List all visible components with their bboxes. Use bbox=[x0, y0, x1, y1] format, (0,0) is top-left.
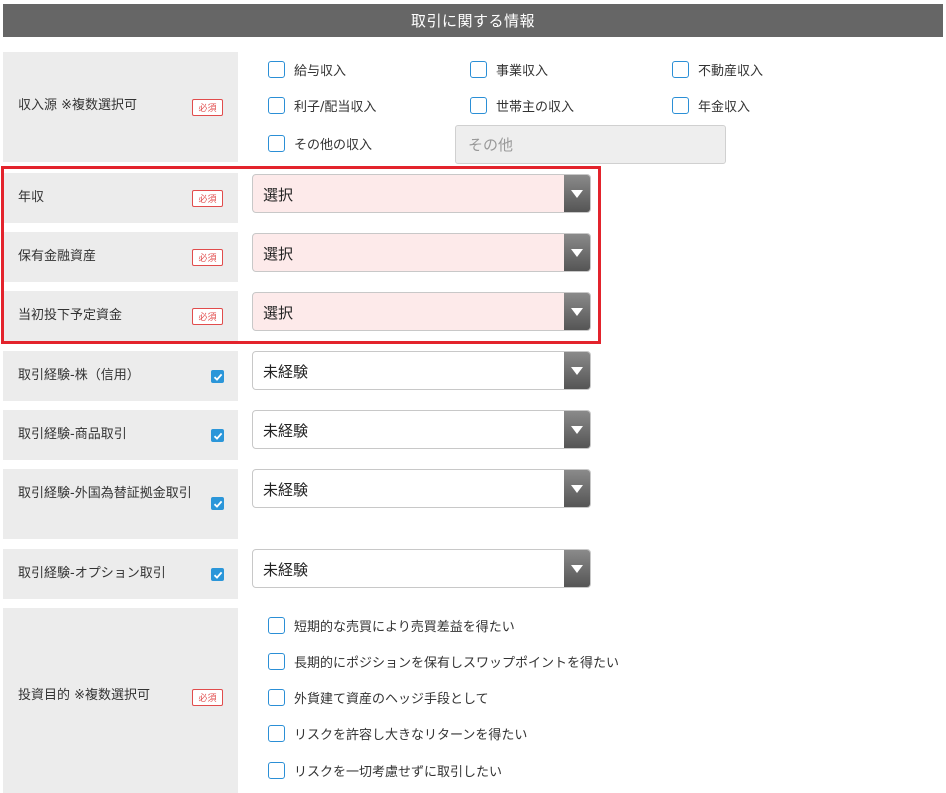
checkbox-label: 世帯主の収入 bbox=[496, 100, 575, 115]
checkbox-purpose-swap-points[interactable]: 長期的にポジションを保有しスワップポイントを得たい bbox=[268, 652, 619, 671]
exp-commodity-label: 取引経験-商品取引 bbox=[18, 427, 127, 442]
income-source-label: 収入源 ※複数選択可 bbox=[18, 98, 138, 113]
check-icon bbox=[211, 370, 224, 383]
investment-purpose-label: 投資目的 ※複数選択可 bbox=[18, 688, 151, 703]
checkbox-purpose-short-term[interactable]: 短期的な売買により売買差益を得たい bbox=[268, 616, 515, 635]
select-value: 選択 bbox=[263, 186, 294, 204]
checkbox-pension-income[interactable]: 年金収入 bbox=[672, 96, 750, 115]
checkbox-box[interactable] bbox=[268, 97, 285, 114]
checkbox-purpose-hedge[interactable]: 外貨建て資産のヘッジ手段として bbox=[268, 688, 489, 707]
checkbox-box[interactable] bbox=[268, 725, 285, 742]
checkbox-box[interactable] bbox=[268, 61, 285, 78]
checkbox-box[interactable] bbox=[672, 61, 689, 78]
checkbox-box[interactable] bbox=[672, 97, 689, 114]
checkbox-box[interactable] bbox=[470, 97, 487, 114]
financial-assets-select[interactable]: 選択 bbox=[252, 233, 591, 272]
chevron-down-icon[interactable] bbox=[564, 234, 590, 271]
chevron-down-icon[interactable] bbox=[564, 550, 590, 587]
exp-commodity-label-cell: 取引経験-商品取引 bbox=[3, 410, 238, 460]
required-badge: 必須 bbox=[192, 190, 223, 207]
checkbox-box[interactable] bbox=[470, 61, 487, 78]
select-value: 未経験 bbox=[263, 561, 309, 579]
checkbox-box[interactable] bbox=[268, 135, 285, 152]
checkbox-other-income[interactable]: その他の収入 bbox=[268, 134, 372, 153]
checkbox-label: 外貨建て資産のヘッジ手段として bbox=[294, 692, 489, 707]
exp-stock-margin-select[interactable]: 未経験 bbox=[252, 351, 591, 390]
checkbox-purpose-no-risk-consideration[interactable]: リスクを一切考慮せずに取引したい bbox=[268, 761, 502, 780]
section-header: 取引に関する情報 bbox=[3, 4, 943, 37]
checkbox-real-estate-income[interactable]: 不動産収入 bbox=[672, 60, 763, 79]
required-badge: 必須 bbox=[192, 249, 223, 266]
required-badge: 必須 bbox=[192, 689, 223, 706]
required-badge: 必須 bbox=[192, 308, 223, 325]
check-icon bbox=[211, 429, 224, 442]
checkbox-interest-dividend-income[interactable]: 利子/配当収入 bbox=[268, 96, 376, 115]
checkbox-householder-income[interactable]: 世帯主の収入 bbox=[470, 96, 574, 115]
chevron-down-icon[interactable] bbox=[564, 293, 590, 330]
annual-income-label-cell: 年収 必須 bbox=[3, 173, 238, 223]
checkbox-label: 事業収入 bbox=[496, 64, 549, 79]
exp-options-label-cell: 取引経験-オプション取引 bbox=[3, 549, 238, 599]
financial-assets-label: 保有金融資産 bbox=[18, 249, 97, 264]
select-value: 未経験 bbox=[263, 422, 309, 440]
checkbox-label: 年金収入 bbox=[698, 100, 751, 115]
check-icon bbox=[211, 568, 224, 581]
exp-stock-margin-label-cell: 取引経験-株（信用） bbox=[3, 351, 238, 401]
checkbox-box[interactable] bbox=[268, 617, 285, 634]
exp-stock-margin-label: 取引経験-株（信用） bbox=[18, 368, 140, 383]
checkbox-label: 利子/配当収入 bbox=[294, 100, 377, 115]
initial-funds-label-cell: 当初投下予定資金 必須 bbox=[3, 291, 238, 341]
exp-commodity-select[interactable]: 未経験 bbox=[252, 410, 591, 449]
select-value: 未経験 bbox=[263, 481, 309, 499]
exp-fx-margin-label-cell: 取引経験-外国為替証拠金取引 bbox=[3, 469, 238, 539]
investment-purpose-label-cell: 投資目的 ※複数選択可 必須 bbox=[3, 608, 238, 793]
check-icon bbox=[211, 497, 224, 510]
exp-fx-margin-label: 取引経験-外国為替証拠金取引 bbox=[18, 486, 192, 501]
initial-funds-select[interactable]: 選択 bbox=[252, 292, 591, 331]
checkbox-label: リスクを一切考慮せずに取引したい bbox=[294, 765, 503, 780]
select-value: 選択 bbox=[263, 304, 294, 322]
checkbox-box[interactable] bbox=[268, 762, 285, 779]
checkbox-label: 短期的な売買により売買差益を得たい bbox=[294, 620, 515, 635]
chevron-down-icon[interactable] bbox=[564, 411, 590, 448]
checkbox-purpose-high-return[interactable]: リスクを許容し大きなリターンを得たい bbox=[268, 724, 527, 743]
chevron-down-icon[interactable] bbox=[564, 470, 590, 507]
financial-assets-label-cell: 保有金融資産 必須 bbox=[3, 232, 238, 282]
checkbox-salary-income[interactable]: 給与収入 bbox=[268, 60, 346, 79]
checkbox-box[interactable] bbox=[268, 653, 285, 670]
checkbox-label: 不動産収入 bbox=[698, 64, 764, 79]
select-value: 選択 bbox=[263, 245, 294, 263]
chevron-down-icon[interactable] bbox=[564, 175, 590, 212]
exp-fx-margin-select[interactable]: 未経験 bbox=[252, 469, 591, 508]
income-source-label-cell: 収入源 ※複数選択可 必須 bbox=[3, 52, 238, 162]
annual-income-label: 年収 bbox=[18, 190, 45, 205]
exp-options-label: 取引経験-オプション取引 bbox=[18, 566, 166, 581]
checkbox-box[interactable] bbox=[268, 689, 285, 706]
exp-options-select[interactable]: 未経験 bbox=[252, 549, 591, 588]
checkbox-label: 長期的にポジションを保有しスワップポイントを得たい bbox=[294, 656, 620, 671]
annual-income-select[interactable]: 選択 bbox=[252, 174, 591, 213]
other-income-input[interactable]: その他 bbox=[455, 125, 726, 164]
chevron-down-icon[interactable] bbox=[564, 352, 590, 389]
select-value: 未経験 bbox=[263, 363, 309, 381]
checkbox-business-income[interactable]: 事業収入 bbox=[470, 60, 548, 79]
checkbox-label: その他の収入 bbox=[294, 138, 373, 153]
required-badge: 必須 bbox=[192, 99, 223, 116]
checkbox-label: リスクを許容し大きなリターンを得たい bbox=[294, 728, 528, 743]
initial-funds-label: 当初投下予定資金 bbox=[18, 308, 123, 323]
checkbox-label: 給与収入 bbox=[294, 64, 347, 79]
